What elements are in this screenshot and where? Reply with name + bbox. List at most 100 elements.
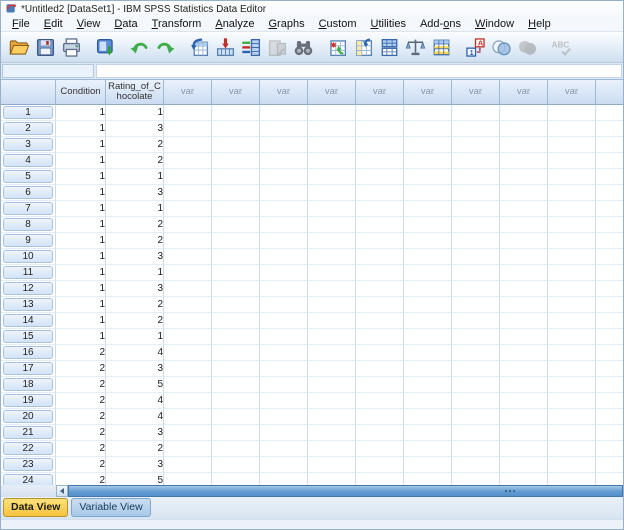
cell-empty[interactable] <box>260 121 308 137</box>
cell-empty[interactable] <box>404 201 452 217</box>
cell-empty[interactable] <box>212 121 260 137</box>
cell-empty[interactable] <box>212 313 260 329</box>
column-header-var[interactable]: var <box>452 80 500 105</box>
undo-button[interactable] <box>126 34 152 60</box>
cell-condition-19[interactable]: 2 <box>56 393 106 409</box>
cell-empty[interactable] <box>356 409 404 425</box>
row-header-16[interactable]: 16 <box>1 345 56 361</box>
row-header-17[interactable]: 17 <box>1 361 56 377</box>
cell-empty[interactable] <box>308 121 356 137</box>
insert-cases-button[interactable] <box>324 34 350 60</box>
menu-edit[interactable]: Edit <box>37 17 70 31</box>
cell-rating-3[interactable]: 2 <box>106 137 164 153</box>
cell-empty[interactable] <box>356 297 404 313</box>
row-header-4[interactable]: 4 <box>1 153 56 169</box>
cell-empty[interactable] <box>308 217 356 233</box>
cell-empty[interactable] <box>452 105 500 121</box>
cell-empty[interactable] <box>356 201 404 217</box>
cell-empty[interactable] <box>404 361 452 377</box>
row-header-8[interactable]: 8 <box>1 217 56 233</box>
row-header-20[interactable]: 20 <box>1 409 56 425</box>
cell-empty[interactable] <box>164 217 212 233</box>
cell-empty[interactable] <box>452 297 500 313</box>
cell-empty[interactable] <box>500 329 548 345</box>
cell-rating-11[interactable]: 1 <box>106 265 164 281</box>
cell-empty[interactable] <box>404 249 452 265</box>
cell-empty[interactable] <box>596 329 623 345</box>
cell-empty[interactable] <box>548 281 596 297</box>
cell-condition-10[interactable]: 1 <box>56 249 106 265</box>
cell-empty[interactable] <box>308 441 356 457</box>
cell-empty[interactable] <box>452 361 500 377</box>
cell-empty[interactable] <box>212 281 260 297</box>
cell-empty[interactable] <box>548 313 596 329</box>
row-header-24[interactable]: 24 <box>1 473 56 485</box>
cell-rating-24[interactable]: 5 <box>106 473 164 485</box>
tab-variable-view[interactable]: Variable View <box>71 498 151 517</box>
cell-empty[interactable] <box>500 121 548 137</box>
cell-rating-10[interactable]: 3 <box>106 249 164 265</box>
cell-empty[interactable] <box>452 169 500 185</box>
cell-empty[interactable] <box>260 217 308 233</box>
cell-empty[interactable] <box>596 105 623 121</box>
cell-empty[interactable] <box>260 153 308 169</box>
cell-empty[interactable] <box>404 169 452 185</box>
cell-empty[interactable] <box>404 217 452 233</box>
scrollbar-track[interactable] <box>68 485 623 497</box>
cell-empty[interactable] <box>548 361 596 377</box>
cell-empty[interactable] <box>308 297 356 313</box>
cell-condition-22[interactable]: 2 <box>56 441 106 457</box>
cell-empty[interactable] <box>596 361 623 377</box>
cell-empty[interactable] <box>308 153 356 169</box>
cell-empty[interactable] <box>500 201 548 217</box>
cell-rating-7[interactable]: 1 <box>106 201 164 217</box>
row-header-15[interactable]: 15 <box>1 329 56 345</box>
open-file-button[interactable] <box>6 34 32 60</box>
cell-empty[interactable] <box>356 153 404 169</box>
cell-empty[interactable] <box>164 137 212 153</box>
cell-empty[interactable] <box>404 233 452 249</box>
cell-empty[interactable] <box>260 105 308 121</box>
cell-empty[interactable] <box>164 441 212 457</box>
cell-empty[interactable] <box>260 361 308 377</box>
cell-empty[interactable] <box>548 377 596 393</box>
cell-empty[interactable] <box>500 217 548 233</box>
cell-empty[interactable] <box>212 233 260 249</box>
cell-empty[interactable] <box>212 441 260 457</box>
cell-empty[interactable] <box>452 329 500 345</box>
cell-empty[interactable] <box>548 249 596 265</box>
cell-empty[interactable] <box>164 393 212 409</box>
cell-empty[interactable] <box>548 329 596 345</box>
cell-empty[interactable] <box>500 169 548 185</box>
cell-condition-5[interactable]: 1 <box>56 169 106 185</box>
cell-empty[interactable] <box>308 105 356 121</box>
row-header-12[interactable]: 12 <box>1 281 56 297</box>
cell-rating-5[interactable]: 1 <box>106 169 164 185</box>
column-header-var[interactable]: var <box>356 80 404 105</box>
cell-empty[interactable] <box>212 201 260 217</box>
cell-empty[interactable] <box>260 329 308 345</box>
cell-condition-7[interactable]: 1 <box>56 201 106 217</box>
cell-empty[interactable] <box>500 249 548 265</box>
cell-empty[interactable] <box>596 153 623 169</box>
cell-empty[interactable] <box>164 121 212 137</box>
cell-empty[interactable] <box>596 217 623 233</box>
cell-empty[interactable] <box>596 121 623 137</box>
cell-empty[interactable] <box>164 281 212 297</box>
cell-empty[interactable] <box>548 393 596 409</box>
menu-utilities[interactable]: Utilities <box>364 17 413 31</box>
cell-empty[interactable] <box>212 169 260 185</box>
cell-empty[interactable] <box>260 393 308 409</box>
cell-condition-20[interactable]: 2 <box>56 409 106 425</box>
save-file-button[interactable] <box>32 34 58 60</box>
cell-empty[interactable] <box>308 345 356 361</box>
cell-empty[interactable] <box>452 393 500 409</box>
cell-empty[interactable] <box>500 425 548 441</box>
menu-analyze[interactable]: Analyze <box>208 17 261 31</box>
cell-empty[interactable] <box>164 361 212 377</box>
cell-rating-21[interactable]: 3 <box>106 425 164 441</box>
find-button[interactable] <box>290 34 316 60</box>
cell-rating-1[interactable]: 1 <box>106 105 164 121</box>
cell-empty[interactable] <box>164 297 212 313</box>
cell-empty[interactable] <box>548 169 596 185</box>
